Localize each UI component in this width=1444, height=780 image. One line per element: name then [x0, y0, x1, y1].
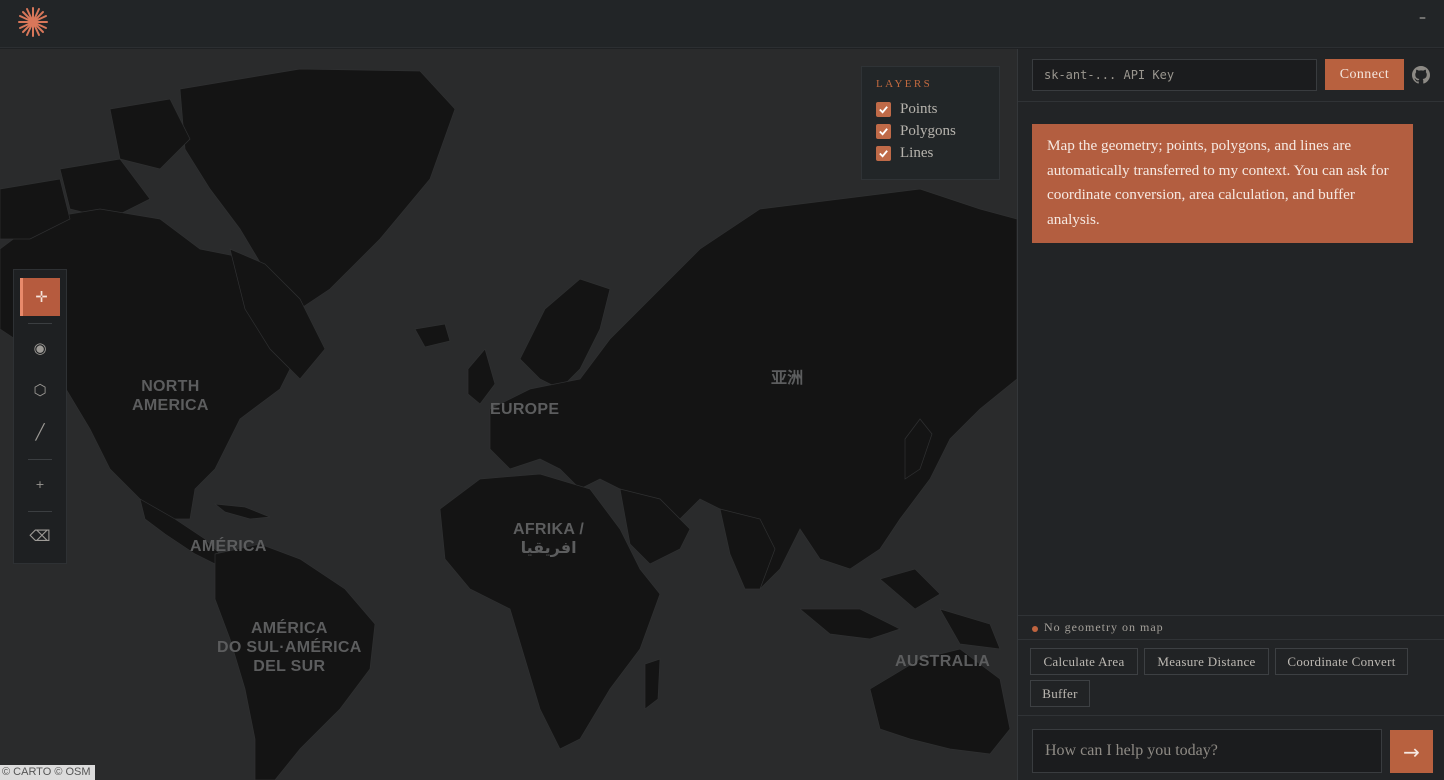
select-tool-button[interactable]: ✛ [20, 278, 60, 316]
add-tool-button[interactable]: + [20, 465, 60, 503]
drawing-toolbar: ✛ ◉ ⬡ ╱ + ⌫ [13, 269, 67, 564]
status-dot-icon [1032, 626, 1038, 632]
assistant-message: Map the geometry; points, polygons, and … [1032, 124, 1413, 243]
layer-toggle-lines[interactable]: Lines [876, 142, 985, 164]
line-tool-button[interactable]: ╱ [20, 413, 60, 451]
crosshair-icon: ✛ [35, 288, 48, 306]
map-label-europe: EUROPE [490, 401, 560, 418]
api-key-input[interactable] [1032, 59, 1317, 91]
map-label-australia: AUSTRALIA [895, 653, 991, 670]
checkmark-icon [879, 149, 888, 158]
layers-panel: LAYERS Points Polygons Lines [861, 66, 1000, 180]
minimize-button[interactable]: – [1419, 10, 1426, 26]
assistant-panel: Connect Map the geometry; points, polygo… [1017, 49, 1444, 780]
line-icon: ╱ [35, 423, 45, 441]
connect-button[interactable]: Connect [1325, 59, 1404, 90]
map-canvas[interactable]: NORTH AMERICA EUROPE 亚洲 AMÉRICA AFRIKA /… [0, 49, 1017, 780]
measure-distance-button[interactable]: Measure Distance [1144, 648, 1269, 675]
buffer-button[interactable]: Buffer [1030, 680, 1090, 707]
map-label-africa: AFRIKA / افريقيا [513, 521, 585, 557]
point-icon: ◉ [33, 339, 47, 357]
geometry-status: No geometry on map [1018, 615, 1444, 640]
layer-toggle-polygons[interactable]: Polygons [876, 120, 985, 142]
asterisk-logo-icon [18, 7, 48, 37]
github-icon[interactable] [1412, 66, 1430, 84]
toolbar-divider [28, 459, 52, 460]
toolbar-divider [28, 511, 52, 512]
top-bar: – [0, 0, 1444, 48]
map-label-south-america: AMÉRICA DO SUL·AMÉRICA DEL SUR [217, 620, 362, 675]
chat-input-row: → [1018, 715, 1444, 780]
status-text: No geometry on map [1044, 620, 1164, 634]
backspace-icon: ⌫ [29, 527, 51, 545]
checkbox-polygons[interactable] [876, 123, 891, 139]
map-attribution: © CARTO © OSM [0, 765, 95, 780]
api-key-row: Connect [1018, 49, 1444, 102]
chat-input[interactable] [1032, 729, 1382, 773]
clear-tool-button[interactable]: ⌫ [20, 517, 60, 555]
map-label-america: AMÉRICA [190, 538, 267, 555]
layer-label-polygons: Polygons [900, 122, 956, 139]
calculate-area-button[interactable]: Calculate Area [1030, 648, 1138, 675]
layer-label-points: Points [900, 100, 938, 117]
checkmark-icon [879, 105, 888, 114]
toolbar-divider [28, 323, 52, 324]
checkbox-points[interactable] [876, 101, 891, 117]
coordinate-convert-button[interactable]: Coordinate Convert [1275, 648, 1408, 675]
point-tool-button[interactable]: ◉ [20, 329, 60, 367]
polygon-tool-button[interactable]: ⬡ [20, 371, 60, 409]
send-button[interactable]: → [1390, 730, 1433, 773]
map-label-north-america: NORTH AMERICA [132, 378, 209, 414]
layer-label-lines: Lines [900, 144, 934, 161]
checkmark-icon [879, 127, 888, 136]
map-label-asia: 亚洲 [771, 370, 804, 387]
layer-toggle-points[interactable]: Points [876, 98, 985, 120]
plus-icon: + [35, 477, 45, 491]
layers-title: LAYERS [876, 78, 933, 90]
checkbox-lines[interactable] [876, 145, 891, 161]
polygon-icon: ⬡ [33, 381, 47, 399]
